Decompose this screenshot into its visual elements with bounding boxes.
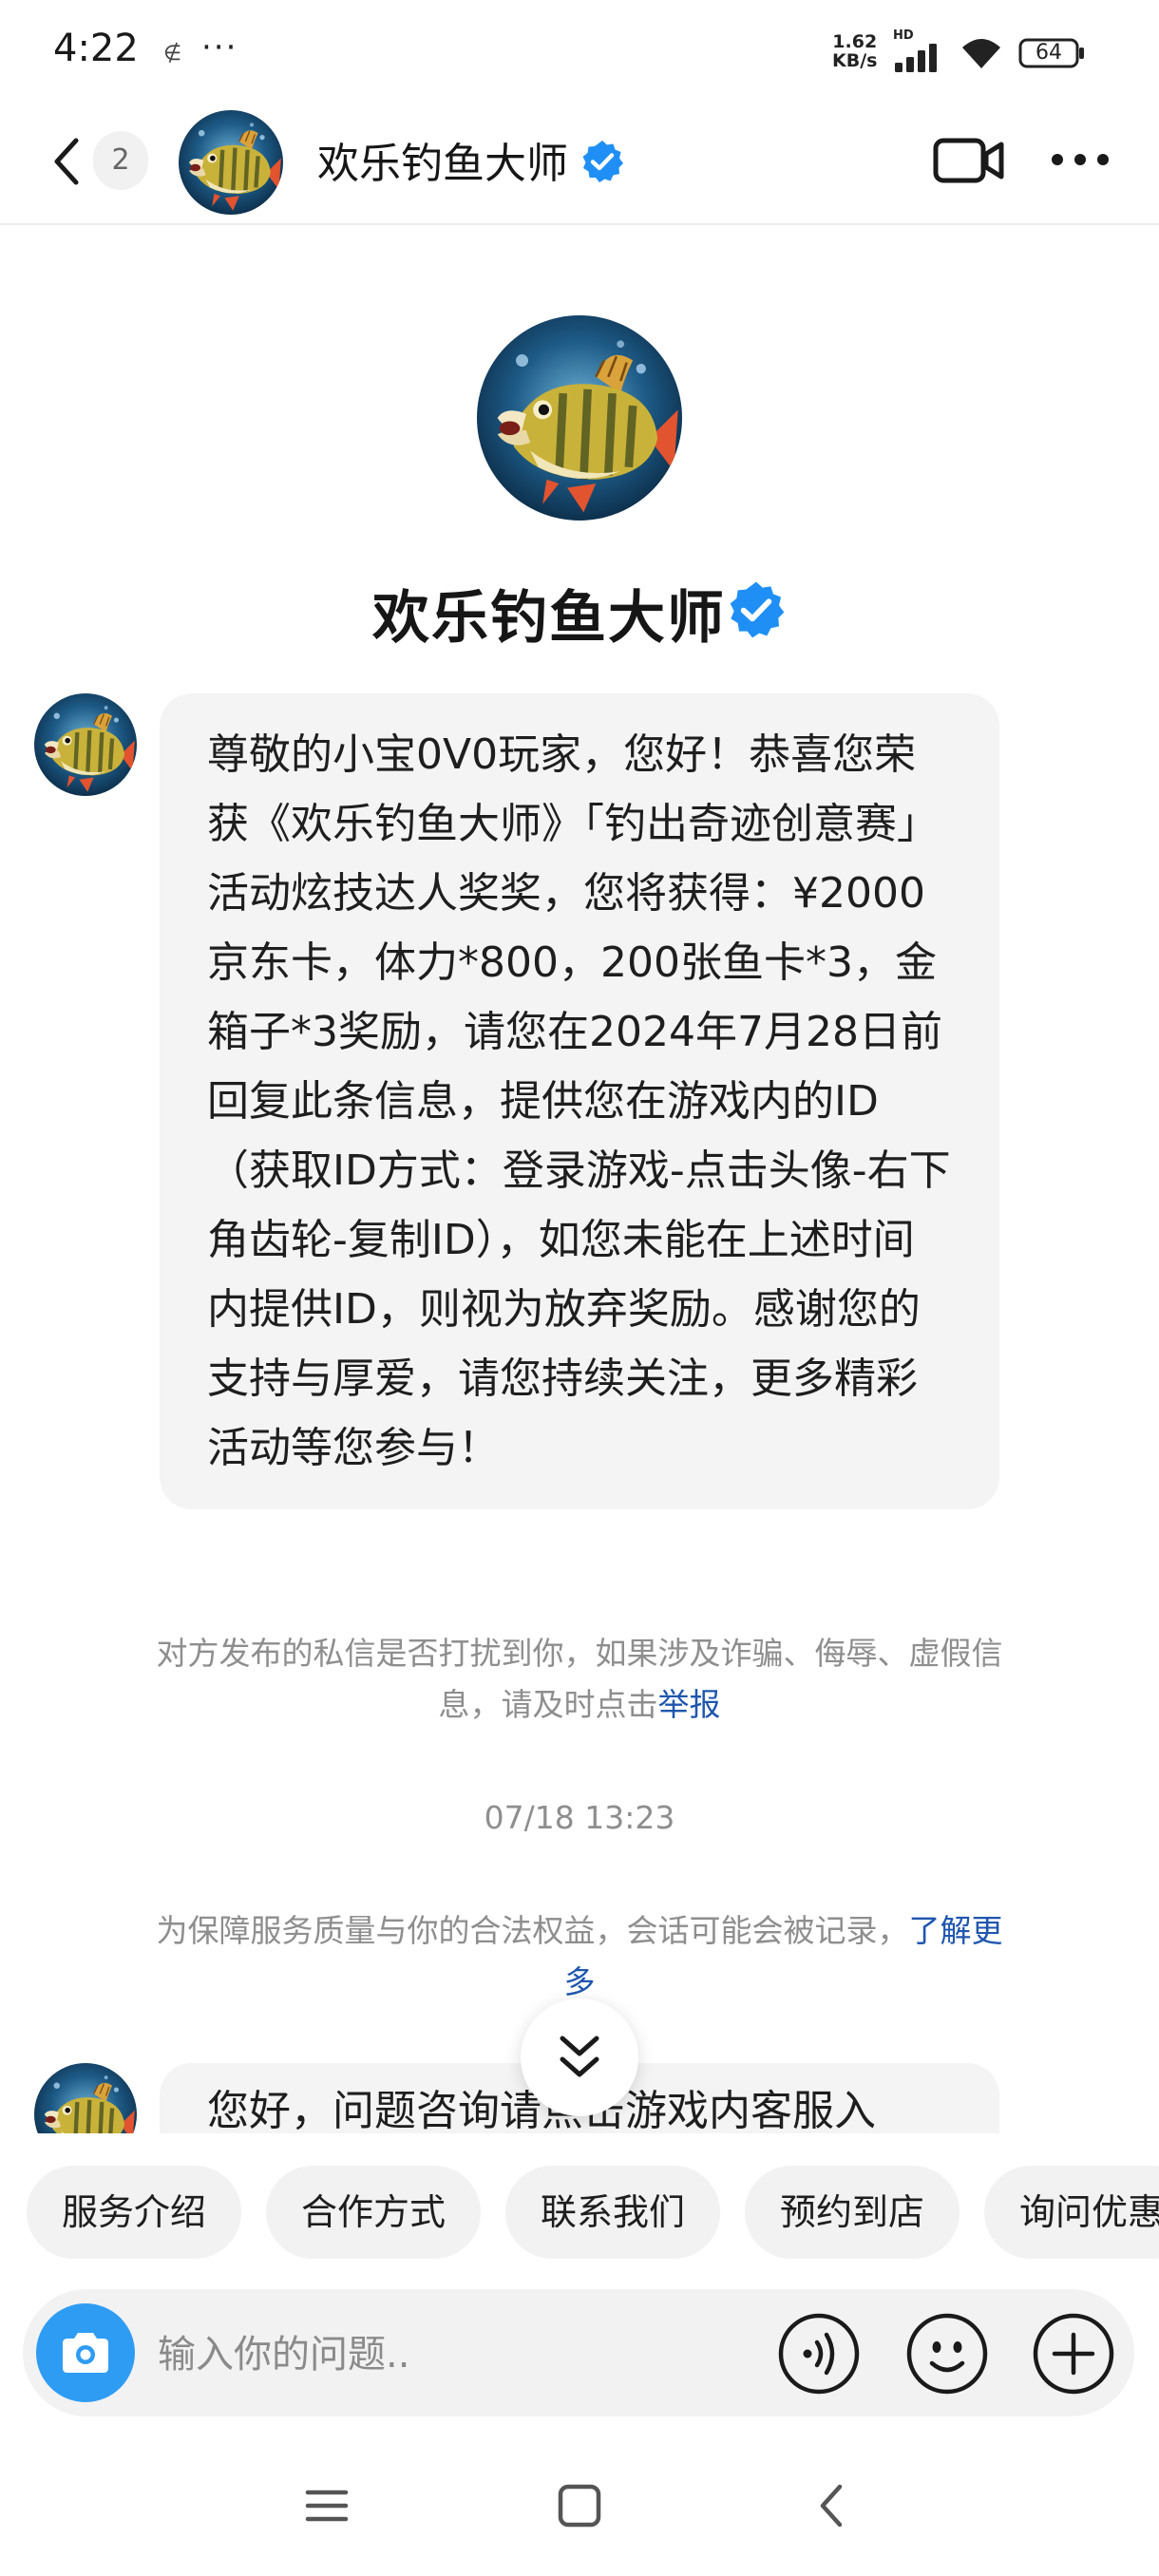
double-chevron-down-icon — [560, 2036, 599, 2077]
message-bubble[interactable]: 尊敬的小宝0V0玩家，您好！恭喜您荣获《欢乐钓鱼大师》「钓出奇迹创意赛」活动炫技… — [160, 693, 999, 1509]
sim-status-icon: ∉ — [163, 42, 182, 66]
quick-reply-chip[interactable]: 合作方式 — [266, 2166, 481, 2259]
quick-reply-row: 服务介绍 合作方式 联系我们 预约到店 询问优惠 — [0, 2166, 1159, 2259]
notification-dots: ··· — [201, 28, 238, 66]
header-divider — [0, 223, 1159, 225]
sender-avatar[interactable] — [34, 2063, 137, 2133]
record-notice-text: 为保障服务质量与你的合法权益，会话可能会被记录， — [156, 1912, 909, 1949]
wifi-icon — [962, 39, 1000, 68]
report-notice: 对方发布的私信是否打扰到你，如果涉及诈骗、侮辱、虚假信息，请及时点击举报 — [142, 1628, 1016, 1731]
emoji-icon[interactable] — [905, 2312, 989, 2396]
network-speed-unit: KB/s — [832, 50, 878, 71]
home-square-icon[interactable] — [551, 2477, 608, 2534]
verified-badge-icon — [726, 579, 787, 640]
message-timestamp: 07/18 13:23 — [484, 1799, 675, 1836]
report-link[interactable]: 举报 — [658, 1686, 721, 1723]
signal-icon — [895, 44, 937, 72]
quick-reply-chip[interactable]: 预约到店 — [745, 2166, 960, 2259]
verified-badge-icon — [580, 139, 625, 184]
battery-level: 64 — [1036, 41, 1062, 65]
network-speed-value: 1.62 — [832, 31, 878, 52]
voice-icon[interactable] — [777, 2312, 861, 2396]
network-speed: 1.62 KB/s — [832, 32, 877, 70]
sender-avatar[interactable] — [34, 693, 137, 796]
status-time: 4:22 — [53, 27, 139, 70]
more-dots-icon[interactable] — [1049, 148, 1112, 171]
profile-avatar[interactable] — [477, 315, 682, 521]
chevron-left-icon[interactable] — [48, 133, 86, 190]
hd-label: HD — [893, 28, 914, 43]
camera-icon — [63, 2333, 108, 2373]
camera-button[interactable] — [36, 2303, 135, 2402]
question-input[interactable] — [158, 2321, 728, 2388]
chat-title[interactable]: 欢乐钓鱼大师 — [317, 129, 568, 190]
unread-count-badge[interactable]: 2 — [93, 131, 148, 190]
menu-icon[interactable] — [298, 2477, 355, 2534]
quick-reply-chip[interactable]: 询问优惠 — [984, 2166, 1159, 2259]
profile-name: 欢乐钓鱼大师 — [372, 585, 726, 652]
record-notice: 为保障服务质量与你的合法权益，会话可能会被记录，了解更多 — [142, 1905, 1016, 2008]
quick-reply-chip[interactable]: 联系我们 — [505, 2166, 720, 2259]
nav-back-icon[interactable] — [804, 2477, 861, 2534]
plus-circle-icon[interactable] — [1032, 2312, 1115, 2396]
avatar[interactable] — [179, 110, 283, 215]
scroll-to-bottom-button[interactable] — [521, 1998, 638, 2116]
report-notice-text: 对方发布的私信是否打扰到你，如果涉及诈骗、侮辱、虚假信息，请及时点击 — [156, 1635, 1003, 1723]
video-call-icon[interactable] — [933, 137, 1005, 184]
quick-reply-chip[interactable]: 服务介绍 — [27, 2166, 241, 2259]
